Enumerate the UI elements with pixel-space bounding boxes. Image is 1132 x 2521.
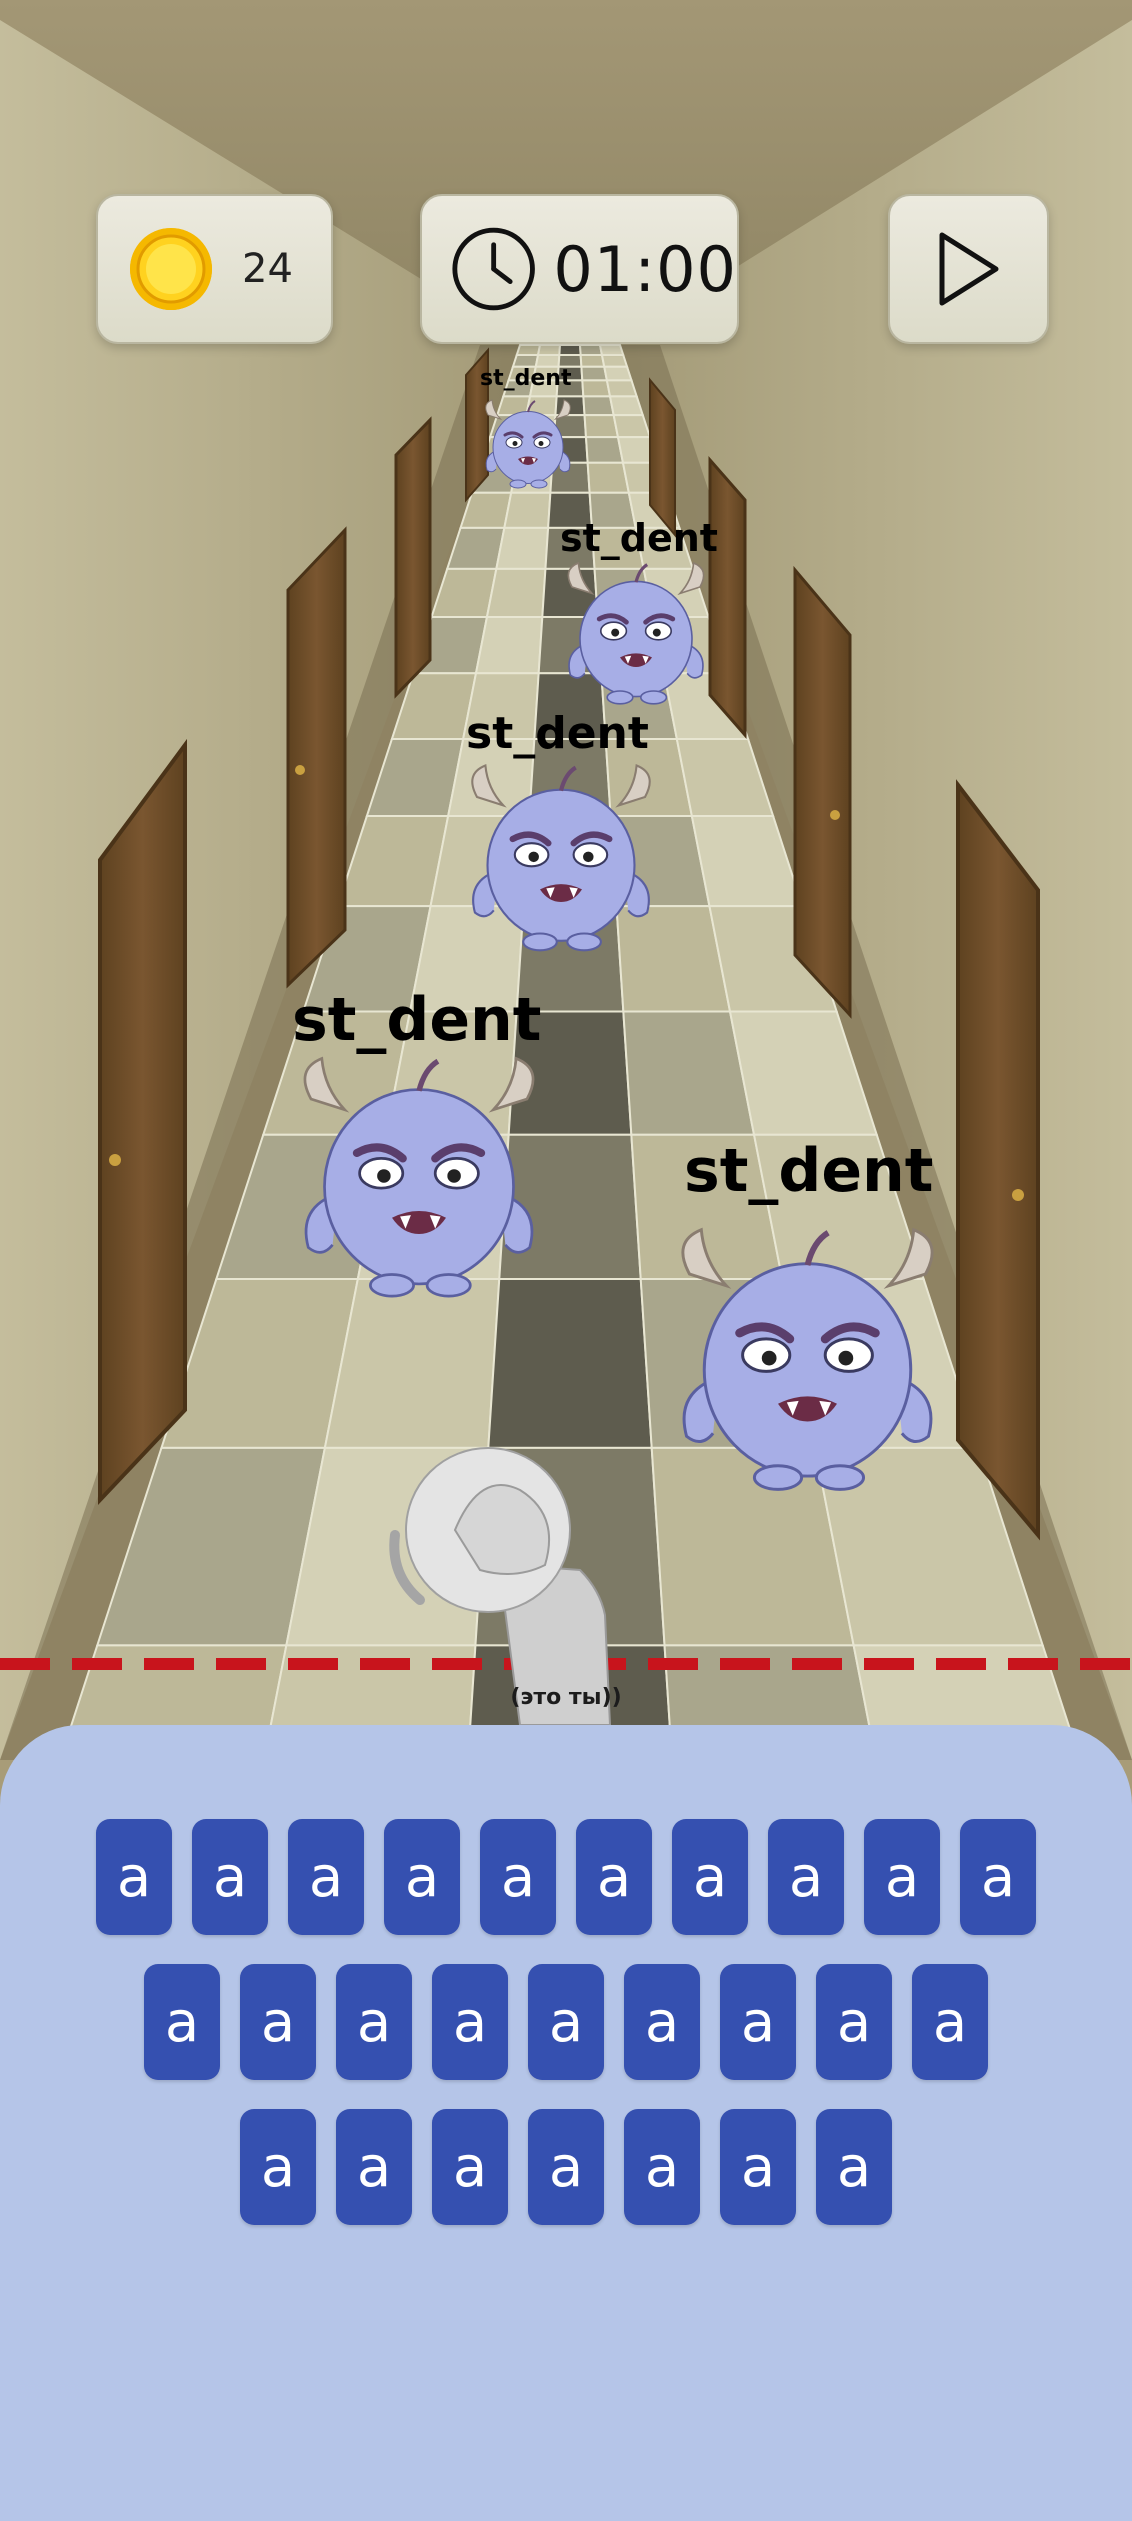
floor-tile xyxy=(557,354,583,368)
door-right-1 xyxy=(956,779,1040,1541)
coin-count: 24 xyxy=(242,246,293,292)
letter-key[interactable]: a xyxy=(624,1964,700,2080)
letter-key[interactable]: a xyxy=(144,1964,220,2080)
floor-tile xyxy=(580,365,609,382)
key-row-3: aaaaaaa xyxy=(0,2109,1132,2225)
monster-sprite xyxy=(485,399,571,489)
letter-key[interactable]: a xyxy=(432,2109,508,2225)
floor-tile xyxy=(600,354,629,368)
letter-key[interactable]: a xyxy=(528,1964,604,2080)
floor-tile xyxy=(584,436,625,464)
monster-sprite xyxy=(303,1056,535,1298)
floor-tile xyxy=(612,414,652,439)
letter-key[interactable]: a xyxy=(816,1964,892,2080)
letter-key[interactable]: a xyxy=(912,1964,988,2080)
floor-tile xyxy=(495,526,550,570)
floor-tile xyxy=(558,344,582,356)
monster-sprite xyxy=(567,561,705,705)
floor-tile xyxy=(581,379,612,398)
letter-key[interactable]: a xyxy=(192,1819,268,1935)
letter-key[interactable]: a xyxy=(336,1964,412,2080)
letter-key[interactable]: a xyxy=(480,1819,556,1935)
floor-tile xyxy=(583,414,620,439)
coin-counter: 24 xyxy=(96,194,333,344)
door-left-2 xyxy=(286,526,347,989)
letter-key[interactable]: a xyxy=(240,2109,316,2225)
key-row-2: aaaaaaaaa xyxy=(0,1964,1132,2080)
floor-tile xyxy=(485,567,547,618)
floor-tile xyxy=(511,354,540,368)
letter-key[interactable]: a xyxy=(528,2109,604,2225)
monster-name: st_dent xyxy=(466,708,649,759)
game-stage: st_dent st_dent st_dent st_dent st_dent … xyxy=(0,0,1132,2521)
timer: 01:00 xyxy=(420,194,739,344)
letter-key[interactable]: a xyxy=(720,1964,796,2080)
floor-tile xyxy=(586,461,631,494)
floor-tile xyxy=(582,395,615,417)
letter-key[interactable]: a xyxy=(240,1964,316,2080)
floor-tile xyxy=(598,344,625,356)
letter-key[interactable]: a xyxy=(432,1964,508,2080)
floor-tile xyxy=(503,491,552,529)
floor-tile xyxy=(605,379,639,398)
floor-tile xyxy=(515,344,542,356)
monster-sprite xyxy=(471,764,651,952)
clock-icon xyxy=(452,227,535,311)
play-button[interactable] xyxy=(888,194,1049,344)
floor-tile xyxy=(534,354,561,368)
monster-sprite xyxy=(681,1227,934,1491)
coin-icon xyxy=(130,228,212,310)
letter-key[interactable]: a xyxy=(336,2109,412,2225)
monster-name: st_dent xyxy=(560,516,718,560)
monster-name: st_dent xyxy=(684,1136,934,1206)
floor-tile xyxy=(536,344,562,356)
timer-value: 01:00 xyxy=(553,232,737,306)
letter-key[interactable]: a xyxy=(624,2109,700,2225)
letter-key[interactable]: a xyxy=(960,1819,1036,1935)
letter-key[interactable]: a xyxy=(720,2109,796,2225)
door-left-3 xyxy=(394,416,432,699)
door-right-2 xyxy=(793,565,852,1019)
floor-tile xyxy=(474,615,544,675)
keyboard-panel: aaaaaaaaaa aaaaaaaaa aaaaaaa xyxy=(0,1725,1132,2521)
player-caption: (это ты)) xyxy=(510,1685,622,1710)
floor-tile xyxy=(578,344,604,356)
letter-key[interactable]: a xyxy=(96,1819,172,1935)
letter-key[interactable]: a xyxy=(672,1819,748,1935)
floor-tile xyxy=(579,354,606,368)
door-left-1 xyxy=(98,738,187,1506)
play-icon xyxy=(939,232,998,306)
letter-key[interactable]: a xyxy=(384,1819,460,1935)
floor-tile xyxy=(608,395,645,417)
letter-key[interactable]: a xyxy=(816,2109,892,2225)
key-row-1: aaaaaaaaaa xyxy=(0,1819,1132,1935)
floor-tile xyxy=(603,365,633,382)
letter-key[interactable]: a xyxy=(288,1819,364,1935)
letter-key[interactable]: a xyxy=(768,1819,844,1935)
letter-key[interactable]: a xyxy=(576,1819,652,1935)
letter-key[interactable]: a xyxy=(864,1819,940,1935)
monster-name: st_dent xyxy=(480,366,572,391)
